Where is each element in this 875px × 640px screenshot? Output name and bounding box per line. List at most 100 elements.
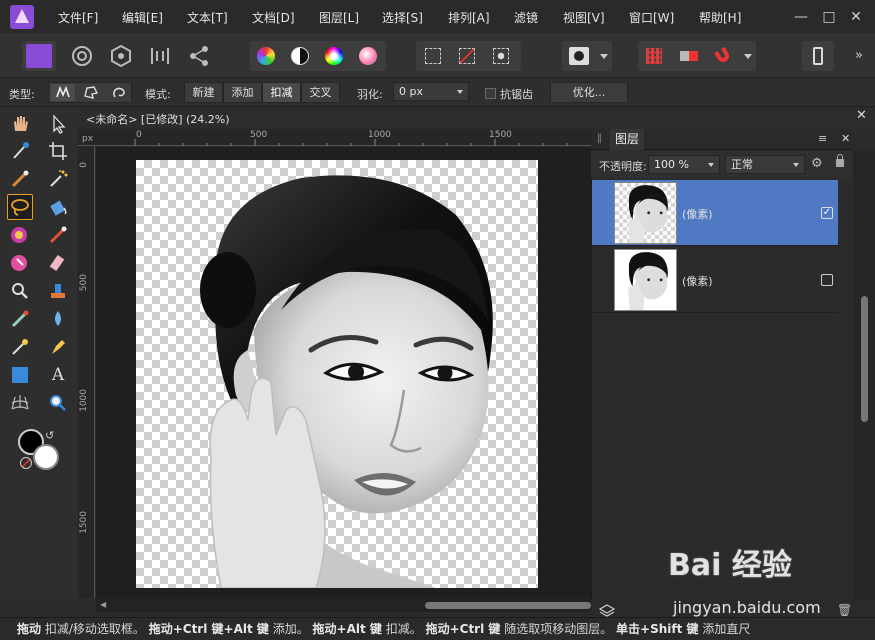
menu-select[interactable]: 选择[S] — [382, 9, 423, 26]
menu-bar: 文件[F] 编辑[E] 文本[T] 文档[D] 图层[L] 选择[S] 排列[A… — [0, 0, 875, 34]
flood-select-tool-icon[interactable] — [45, 166, 71, 192]
assistant-button[interactable] — [802, 41, 834, 71]
horizontal-ruler[interactable]: px 0 500 1000 1500 — [78, 129, 591, 146]
menu-help[interactable]: 帮助[H] — [699, 9, 741, 26]
lock-icon[interactable] — [836, 154, 844, 167]
horizontal-scrollbar-thumb[interactable] — [425, 602, 591, 609]
white-balance-icon[interactable] — [359, 47, 377, 65]
snapping-magnet-icon[interactable] — [714, 46, 732, 66]
fill-tool-icon[interactable] — [45, 194, 71, 220]
minimize-icon[interactable]: — — [790, 6, 812, 28]
select-all-icon[interactable] — [425, 48, 441, 64]
menu-layer[interactable]: 图层[L] — [319, 9, 359, 26]
view-tool-hand-icon[interactable] — [7, 111, 33, 137]
pen-tool-icon[interactable] — [45, 334, 71, 360]
adjustment-group — [250, 41, 386, 71]
blur-brush-tool-icon[interactable] — [45, 306, 71, 332]
opacity-dropdown[interactable]: 100 % — [648, 155, 720, 174]
blend-mode-dropdown[interactable]: 正常 — [725, 155, 805, 174]
close-panel-icon[interactable]: ✕ — [841, 132, 850, 145]
menu-text[interactable]: 文本[T] — [187, 9, 228, 26]
dodge-brush-tool-icon[interactable] — [7, 334, 33, 360]
layers-stack-icon[interactable] — [598, 604, 616, 618]
align-icon[interactable] — [680, 51, 698, 61]
layers-tab[interactable]: 图层 — [610, 129, 644, 150]
panel-menu-icon[interactable]: ≡ — [818, 132, 827, 145]
move-tool-icon[interactable] — [45, 111, 71, 137]
clone-brush-tool-icon[interactable] — [45, 278, 71, 304]
refine-button[interactable]: 优化... — [550, 82, 628, 103]
color-replacement-tool-icon[interactable] — [7, 222, 33, 248]
photo-persona-button[interactable] — [22, 41, 56, 71]
menu-filters[interactable]: 滤镜 — [514, 9, 538, 26]
polygonal-lasso-icon[interactable] — [79, 84, 103, 101]
document-canvas[interactable] — [136, 160, 538, 588]
status-text: 随选取项移动图层。 — [500, 622, 613, 636]
maximize-icon[interactable]: □ — [818, 6, 840, 28]
layer-name[interactable]: (像素) — [682, 273, 713, 289]
text-tool-icon[interactable]: A — [45, 362, 71, 388]
swap-colors-icon[interactable]: ↺ — [45, 429, 54, 442]
color-picker-tool-icon[interactable] — [7, 138, 33, 164]
close-document-icon[interactable]: ✕ — [856, 108, 867, 123]
paint-brush-tool-icon[interactable] — [45, 222, 71, 248]
menu-window[interactable]: 窗口[W] — [629, 9, 674, 26]
selection-brush-tool-icon[interactable] — [7, 166, 33, 192]
erase-brush-tool-icon[interactable] — [45, 250, 71, 276]
chevron-down-icon[interactable] — [744, 54, 752, 59]
smudge-brush-tool-icon[interactable] — [7, 306, 33, 332]
close-window-icon[interactable]: ✕ — [845, 6, 867, 28]
toolbar-overflow-icon[interactable]: » — [855, 48, 863, 63]
rectangle-tool-icon[interactable] — [7, 362, 33, 388]
secondary-color-swatch[interactable] — [33, 444, 59, 470]
zoom-tool-icon[interactable] — [7, 278, 33, 304]
status-text: 添加。 — [268, 622, 309, 636]
mode-new-button[interactable]: 新建 — [184, 82, 223, 103]
no-color-icon[interactable] — [20, 457, 32, 469]
tone-mapping-persona-icon[interactable] — [144, 41, 176, 71]
gear-icon[interactable]: ⚙ — [811, 156, 823, 171]
quick-mask-dropdown[interactable] — [562, 41, 612, 71]
vertical-ruler[interactable]: 0 500 1000 1500 — [78, 146, 95, 598]
deselect-icon[interactable] — [459, 48, 475, 64]
opacity-label: 不透明度: — [599, 160, 647, 173]
menu-file[interactable]: 文件[F] — [58, 9, 98, 26]
layers-scrollbar-thumb[interactable] — [861, 296, 868, 422]
layer-visibility-checkbox[interactable]: ✓ — [821, 207, 833, 219]
zoom-magnifier-icon[interactable] — [45, 390, 71, 416]
grid-icon[interactable] — [646, 48, 662, 64]
invert-selection-icon[interactable] — [493, 48, 509, 64]
menu-arrange[interactable]: 排列[A] — [448, 9, 490, 26]
mode-subtract-button[interactable]: 扣减 — [262, 82, 301, 103]
menu-document[interactable]: 文档[D] — [252, 9, 295, 26]
hsl-icon[interactable] — [325, 47, 343, 65]
quick-mask-dot — [574, 51, 584, 61]
menu-view[interactable]: 视图[V] — [563, 9, 605, 26]
scroll-left-icon[interactable]: ◀ — [100, 600, 106, 609]
magnetic-lasso-icon[interactable] — [107, 84, 131, 101]
menu-edit[interactable]: 编辑[E] — [122, 9, 163, 26]
export-persona-icon[interactable] — [183, 41, 215, 71]
panel-grip-icon[interactable]: ‖ — [597, 133, 602, 144]
mode-add-button[interactable]: 添加 — [223, 82, 262, 103]
develop-persona-icon[interactable] — [105, 41, 137, 71]
layer-name[interactable]: (像素) — [682, 206, 713, 222]
mesh-warp-tool-icon[interactable] — [7, 390, 33, 416]
pixel-tool-icon[interactable] — [7, 250, 33, 276]
layer-visibility-checkbox[interactable] — [821, 274, 833, 286]
mode-intersect-button[interactable]: 交叉 — [301, 82, 340, 103]
color-balance-icon[interactable] — [257, 47, 275, 65]
layer-row[interactable]: (像素) — [592, 247, 838, 313]
document-tab-title[interactable]: <未命名> [已修改] (24.2%) — [86, 111, 230, 127]
watermark-url: jingyan.baidu.com — [673, 598, 821, 617]
affinity-photo-logo-icon[interactable] — [10, 5, 34, 29]
freehand-selection-tool-icon[interactable] — [7, 194, 33, 220]
liquify-persona-icon[interactable] — [66, 41, 98, 71]
freehand-lasso-icon[interactable] — [51, 84, 75, 101]
feather-input[interactable]: 0 px — [393, 82, 469, 101]
status-text: 扣减/移动选取框。 — [41, 622, 145, 636]
antialias-checkbox[interactable] — [485, 88, 496, 99]
layer-row[interactable]: (像素) ✓ — [592, 180, 838, 246]
crop-tool-icon[interactable] — [45, 138, 71, 164]
black-white-icon[interactable] — [291, 47, 309, 65]
